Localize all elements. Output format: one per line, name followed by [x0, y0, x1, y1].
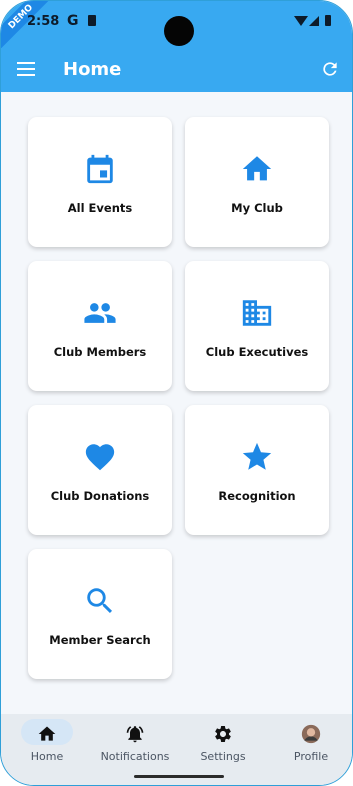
- calendar-icon: [87, 154, 113, 184]
- signal-icon: [309, 16, 319, 26]
- gesture-bar: [134, 775, 224, 778]
- tile-label: All Events: [67, 201, 133, 215]
- star-icon: [242, 442, 272, 470]
- nav-label: Profile: [293, 750, 329, 763]
- tile-label: Recognition: [218, 489, 296, 503]
- home-icon: [38, 726, 56, 741]
- tile-my-club[interactable]: My Club: [185, 117, 329, 247]
- sim-icon: [88, 15, 96, 26]
- home-icon: [242, 156, 272, 181]
- dashboard-grid: All Events My Club Club Members Club Exe…: [1, 92, 352, 714]
- tile-all-events[interactable]: All Events: [28, 117, 172, 247]
- nav-item-notifications[interactable]: Notifications: [91, 714, 179, 774]
- tile-label: Club Donations: [50, 489, 150, 503]
- gear-icon: [215, 726, 231, 742]
- tile-recognition[interactable]: Recognition: [185, 405, 329, 535]
- tile-club-executives[interactable]: Club Executives: [185, 261, 329, 391]
- phone-screen: DEMO 2:58 G Home All Events My Club Club…: [0, 0, 353, 786]
- tile-label: Club Executives: [205, 345, 309, 359]
- tile-club-donations[interactable]: Club Donations: [28, 405, 172, 535]
- heart-icon: [85, 444, 115, 471]
- camera-cutout: [164, 16, 194, 46]
- nav-item-home[interactable]: Home: [3, 714, 91, 774]
- nav-item-settings[interactable]: Settings: [179, 714, 267, 774]
- status-bar: DEMO 2:58 G: [1, 1, 352, 53]
- nav-label: Notifications: [100, 750, 170, 763]
- tile-label: My Club: [231, 201, 283, 215]
- avatar-icon: [301, 724, 321, 744]
- bottom-navigation: Home Notifications Settings Profile: [1, 714, 352, 785]
- tile-label: Member Search: [49, 633, 151, 647]
- nav-label: Home: [30, 750, 64, 763]
- menu-icon[interactable]: [17, 62, 35, 76]
- search-icon: [87, 588, 113, 614]
- nav-label: Settings: [200, 750, 246, 763]
- building-icon: [242, 300, 272, 326]
- bell-icon: [126, 726, 144, 743]
- nav-item-profile[interactable]: Profile: [267, 714, 352, 774]
- refresh-icon[interactable]: [320, 59, 340, 79]
- app-bar: Home: [1, 48, 352, 92]
- tile-label: Club Members: [53, 345, 147, 359]
- tile-member-search[interactable]: Member Search: [28, 549, 172, 679]
- wifi-icon: [294, 16, 308, 26]
- battery-icon: [325, 15, 331, 26]
- people-icon: [84, 303, 116, 323]
- page-title: Home: [63, 59, 122, 80]
- status-time: 2:58: [27, 14, 60, 29]
- tile-club-members[interactable]: Club Members: [28, 261, 172, 391]
- google-icon: G: [67, 13, 79, 29]
